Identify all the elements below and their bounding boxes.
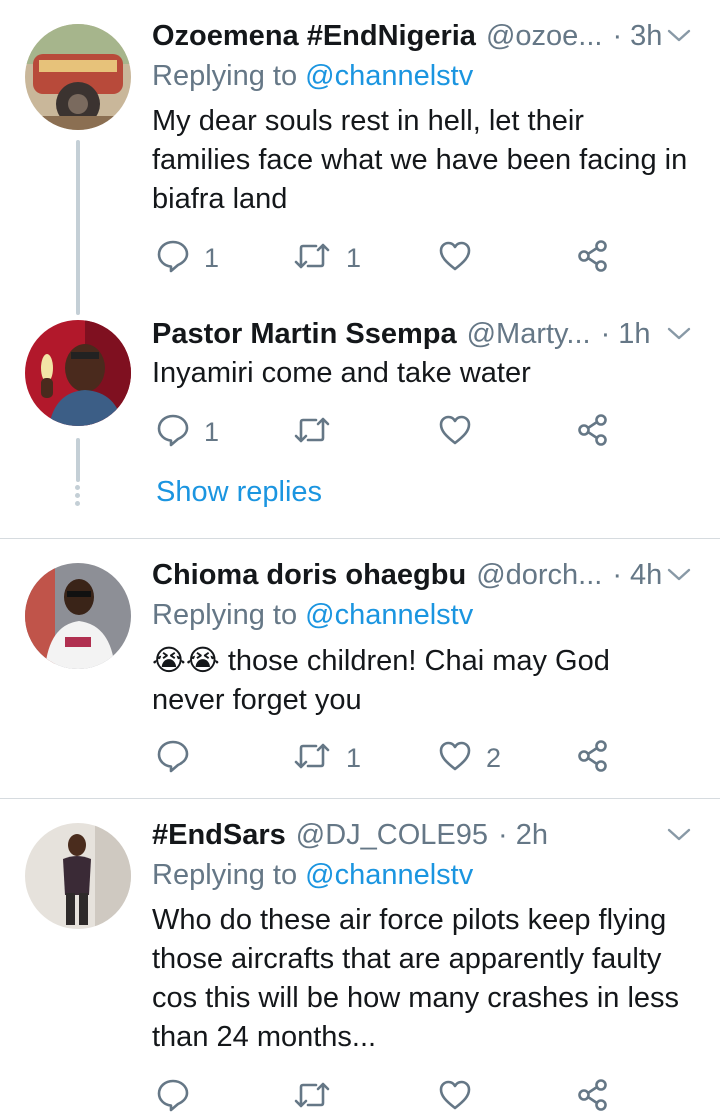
tweet-header: Ozoemena #EndNigeria @ozoe... · 3h <box>152 16 694 56</box>
mention-link[interactable]: @channelstv <box>305 599 473 631</box>
reply-count: 1 <box>204 416 220 447</box>
user-handle[interactable]: @Marty... <box>467 318 591 351</box>
retweet-count: 1 <box>346 242 362 273</box>
replying-to-label: Replying to <box>152 859 306 891</box>
thread-dots <box>75 485 81 509</box>
action-bar <box>152 1075 622 1119</box>
replying-to: Replying to @channelstv <box>152 60 473 93</box>
replying-to-label: Replying to <box>152 599 306 631</box>
display-name[interactable]: Chioma doris ohaegbu <box>152 559 466 592</box>
retweet-icon <box>292 1080 332 1115</box>
timestamp[interactable]: · 1h <box>601 318 651 351</box>
retweet-count: 1 <box>346 742 362 773</box>
user-handle[interactable]: @DJ_COLE95 <box>296 819 488 852</box>
caret-down-icon[interactable] <box>664 21 694 51</box>
like-count: 2 <box>486 742 502 773</box>
avatar[interactable] <box>25 563 131 669</box>
reply-icon <box>156 739 190 778</box>
reply-button[interactable]: 1 <box>156 236 219 280</box>
share-button[interactable] <box>576 736 610 780</box>
tweet-text-content: those children! Chai may God never forge… <box>152 645 610 716</box>
like-icon <box>438 740 472 777</box>
replying-to: Replying to @channelstv <box>152 599 473 632</box>
caret-down-icon[interactable] <box>664 820 694 850</box>
replying-to-label: Replying to <box>152 60 306 92</box>
tweet-header: Chioma doris ohaegbu @dorch... · 4h <box>152 555 694 595</box>
action-bar: 1 <box>152 410 622 454</box>
like-button[interactable] <box>438 236 486 280</box>
share-icon <box>576 239 610 278</box>
share-button[interactable] <box>576 1075 610 1119</box>
reply-count: 1 <box>204 242 220 273</box>
avatar[interactable] <box>25 823 131 929</box>
share-icon <box>576 739 610 778</box>
share-button[interactable] <box>576 410 610 454</box>
share-button[interactable] <box>576 236 610 280</box>
timestamp[interactable]: · 4h <box>612 559 662 592</box>
reply-button[interactable] <box>156 736 204 780</box>
share-icon <box>576 413 610 452</box>
action-bar: 1 2 <box>152 736 622 780</box>
show-replies-link[interactable]: Show replies <box>156 476 322 509</box>
retweet-icon <box>292 741 332 776</box>
thread-line <box>76 438 80 482</box>
replying-to: Replying to @channelstv <box>152 859 473 892</box>
like-icon <box>438 240 472 277</box>
crying-emoji-icon: 😭😭 <box>152 645 220 677</box>
retweet-button[interactable] <box>292 1075 346 1119</box>
display-name[interactable]: Ozoemena #EndNigeria <box>152 20 476 53</box>
tweet-header: #EndSars @DJ_COLE95 · 2h <box>152 815 694 855</box>
mention-link[interactable]: @channelstv <box>305 60 473 92</box>
tweet-2[interactable]: Pastor Martin Ssempa @Marty... · 1h Inya… <box>0 310 720 538</box>
retweet-icon <box>292 415 332 450</box>
retweet-button[interactable]: 1 <box>292 236 361 280</box>
tweet-header: Pastor Martin Ssempa @Marty... · 1h <box>152 314 694 354</box>
reply-icon <box>156 239 190 278</box>
like-button[interactable] <box>438 1075 486 1119</box>
action-bar: 1 1 <box>152 236 622 280</box>
timestamp[interactable]: · 3h <box>612 20 662 53</box>
reply-button[interactable]: 1 <box>156 410 219 454</box>
caret-down-icon[interactable] <box>664 319 694 349</box>
tweet-3[interactable]: Chioma doris ohaegbu @dorch... · 4h Repl… <box>0 539 720 798</box>
retweet-button[interactable]: 1 <box>292 736 361 780</box>
reply-icon <box>156 413 190 452</box>
tweet-1[interactable]: Ozoemena #EndNigeria @ozoe... · 3h Reply… <box>0 0 720 315</box>
like-button[interactable] <box>438 410 486 454</box>
display-name[interactable]: Pastor Martin Ssempa <box>152 318 457 351</box>
timestamp[interactable]: · 2h <box>498 819 548 852</box>
tweet-text: Who do these air force pilots keep flyin… <box>152 904 680 1053</box>
caret-down-icon[interactable] <box>664 560 694 590</box>
reply-button[interactable] <box>156 1075 204 1119</box>
share-icon <box>576 1078 610 1117</box>
mention-link[interactable]: @channelstv <box>305 859 473 891</box>
tweet-text: My dear souls rest in hell, let their fa… <box>152 105 688 215</box>
tweet-text: 😭😭 those children! Chai may God never fo… <box>152 642 690 720</box>
like-button[interactable]: 2 <box>438 736 501 780</box>
thread-line <box>76 140 80 315</box>
user-handle[interactable]: @ozoe... <box>486 20 603 53</box>
user-handle[interactable]: @dorch... <box>476 559 602 592</box>
tweet-text: Inyamiri come and take water <box>152 357 531 389</box>
like-icon <box>438 414 472 451</box>
display-name[interactable]: #EndSars <box>152 819 286 852</box>
like-icon <box>438 1079 472 1116</box>
retweet-icon <box>292 241 332 276</box>
avatar[interactable] <box>25 24 131 130</box>
retweet-button[interactable] <box>292 410 346 454</box>
avatar[interactable] <box>25 320 131 426</box>
tweet-4[interactable]: #EndSars @DJ_COLE95 · 2h Replying to @ch… <box>0 799 720 1119</box>
reply-icon <box>156 1078 190 1117</box>
